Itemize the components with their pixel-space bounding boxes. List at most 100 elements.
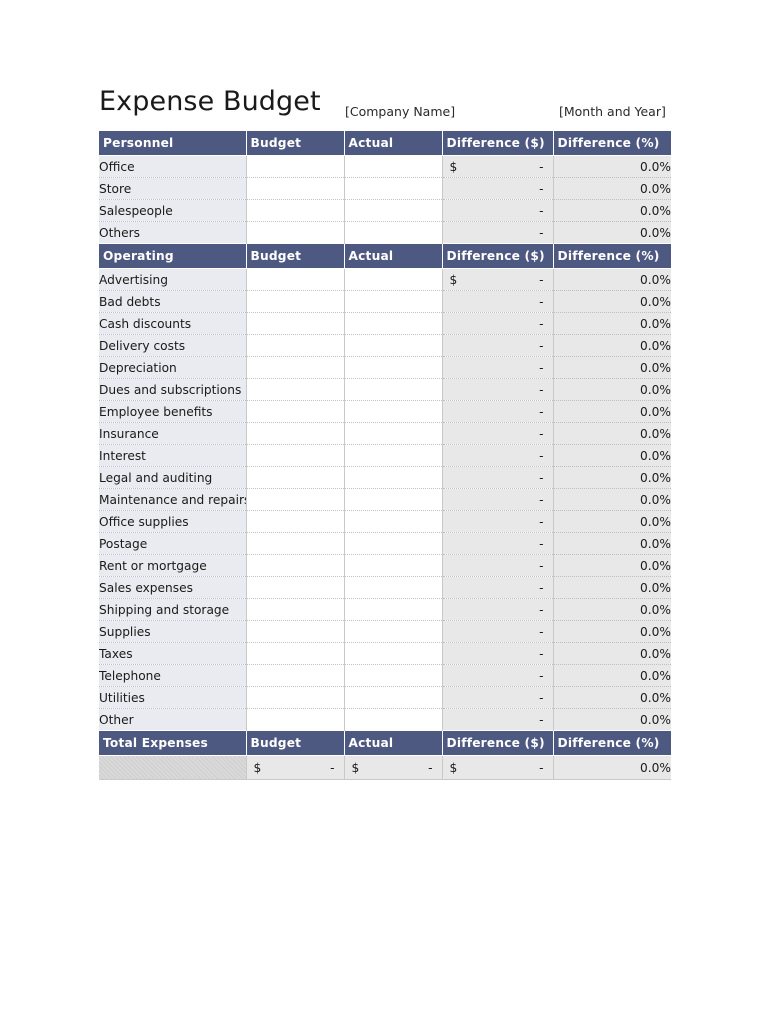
actual-input-cell[interactable] [343, 155, 443, 178]
difference-dollar-cell: $- [442, 334, 554, 357]
cell-value: - [539, 558, 544, 573]
actual-input-cell[interactable] [343, 620, 443, 643]
difference-dollar-cell: $- [442, 466, 554, 489]
budget-input-cell[interactable] [245, 312, 345, 335]
row-label: Store [99, 177, 247, 200]
actual-input-cell[interactable] [343, 642, 443, 665]
difference-dollar-cell: $- [442, 444, 554, 467]
month-and-year-placeholder[interactable]: [Month and Year] [559, 104, 666, 119]
row-label: Legal and auditing [99, 466, 247, 489]
actual-input-cell[interactable] [343, 378, 443, 401]
budget-input-cell[interactable] [245, 532, 345, 555]
actual-input-cell[interactable] [343, 554, 443, 577]
cell-value: - [539, 668, 544, 683]
difference-percent-cell: 0.0% [553, 290, 671, 313]
difference-dollar-cell: $- [442, 155, 554, 178]
section-title: Operating [99, 243, 247, 269]
column-header-difference-percent: Difference (%) [553, 130, 671, 156]
expense-budget-table: Personnel Budget Actual Difference ($) Diffe… [99, 130, 671, 780]
page-title: Expense Budget [99, 86, 321, 117]
budget-input-cell[interactable] [245, 290, 345, 313]
actual-input-cell[interactable] [343, 444, 443, 467]
difference-percent-cell: 0.0% [553, 177, 671, 200]
document-header: Expense Budget [Company Name] [Month and… [99, 86, 671, 130]
difference-dollar-cell: $- [442, 356, 554, 379]
budget-input-cell[interactable] [245, 510, 345, 533]
cell-value: - [539, 382, 544, 397]
table-row: Others $-0.0% [99, 221, 671, 244]
actual-input-cell[interactable] [343, 664, 443, 687]
actual-input-cell[interactable] [343, 312, 443, 335]
budget-input-cell[interactable] [245, 598, 345, 621]
table-row: Sales expenses $-0.0% [99, 576, 671, 599]
budget-input-cell[interactable] [245, 422, 345, 445]
actual-input-cell[interactable] [343, 268, 443, 291]
cell-value: - [539, 203, 544, 218]
actual-input-cell[interactable] [343, 334, 443, 357]
budget-input-cell[interactable] [245, 221, 345, 244]
cell-value: - [539, 602, 544, 617]
budget-input-cell[interactable] [245, 268, 345, 291]
actual-input-cell[interactable] [343, 686, 443, 709]
row-label: Taxes [99, 642, 247, 665]
budget-input-cell[interactable] [245, 554, 345, 577]
budget-input-cell[interactable] [245, 576, 345, 599]
expense-budget-sheet: Expense Budget [Company Name] [Month and… [99, 86, 671, 780]
difference-dollar-cell: $- [442, 488, 554, 511]
difference-dollar-cell: $- [442, 268, 554, 291]
budget-input-cell[interactable] [245, 400, 345, 423]
actual-input-cell[interactable] [343, 708, 443, 731]
budget-input-cell[interactable] [245, 356, 345, 379]
budget-input-cell[interactable] [245, 444, 345, 467]
budget-input-cell[interactable] [245, 378, 345, 401]
section-header-total-expenses: Total Expenses Budget Actual Difference ($)… [99, 730, 671, 756]
actual-input-cell[interactable] [343, 290, 443, 313]
budget-input-cell[interactable] [245, 642, 345, 665]
actual-input-cell[interactable] [343, 400, 443, 423]
section-header-operating: Operating Budget Actual Difference ($) Diffe… [99, 243, 671, 269]
cell-value: - [539, 514, 544, 529]
budget-input-cell[interactable] [245, 199, 345, 222]
actual-input-cell[interactable] [343, 221, 443, 244]
budget-input-cell[interactable] [245, 177, 345, 200]
difference-percent-cell: 0.0% [553, 510, 671, 533]
table-row: Bad debts $-0.0% [99, 290, 671, 313]
budget-input-cell[interactable] [245, 334, 345, 357]
total-row-blank-cell [99, 755, 247, 780]
difference-percent-cell: 0.0% [553, 199, 671, 222]
difference-dollar-cell: $- [442, 576, 554, 599]
currency-symbol: $ [253, 760, 262, 775]
table-row: Shipping and storage $-0.0% [99, 598, 671, 621]
budget-input-cell[interactable] [245, 620, 345, 643]
table-row: Insurance $-0.0% [99, 422, 671, 445]
company-name-placeholder[interactable]: [Company Name] [345, 104, 455, 119]
budget-input-cell[interactable] [245, 686, 345, 709]
actual-input-cell[interactable] [343, 598, 443, 621]
budget-input-cell[interactable] [245, 466, 345, 489]
actual-input-cell[interactable] [343, 422, 443, 445]
column-header-budget: Budget [246, 730, 345, 756]
actual-input-cell[interactable] [343, 199, 443, 222]
difference-dollar-cell: $- [442, 510, 554, 533]
row-label: Cash discounts [99, 312, 247, 335]
budget-input-cell[interactable] [245, 708, 345, 731]
difference-percent-cell: 0.0% [553, 400, 671, 423]
actual-input-cell[interactable] [343, 356, 443, 379]
actual-input-cell[interactable] [343, 576, 443, 599]
difference-percent-cell: 0.0% [553, 356, 671, 379]
difference-percent-cell: 0.0% [553, 268, 671, 291]
table-row: Other $-0.0% [99, 708, 671, 731]
actual-input-cell[interactable] [343, 488, 443, 511]
actual-input-cell[interactable] [343, 466, 443, 489]
actual-input-cell[interactable] [343, 532, 443, 555]
difference-percent-cell: 0.0% [553, 576, 671, 599]
table-row: Taxes $-0.0% [99, 642, 671, 665]
actual-input-cell[interactable] [343, 510, 443, 533]
budget-input-cell[interactable] [245, 155, 345, 178]
cell-value: - [539, 272, 544, 287]
actual-input-cell[interactable] [343, 177, 443, 200]
currency-symbol: $ [449, 159, 458, 174]
difference-percent-cell: 0.0% [553, 488, 671, 511]
budget-input-cell[interactable] [245, 664, 345, 687]
budget-input-cell[interactable] [245, 488, 345, 511]
